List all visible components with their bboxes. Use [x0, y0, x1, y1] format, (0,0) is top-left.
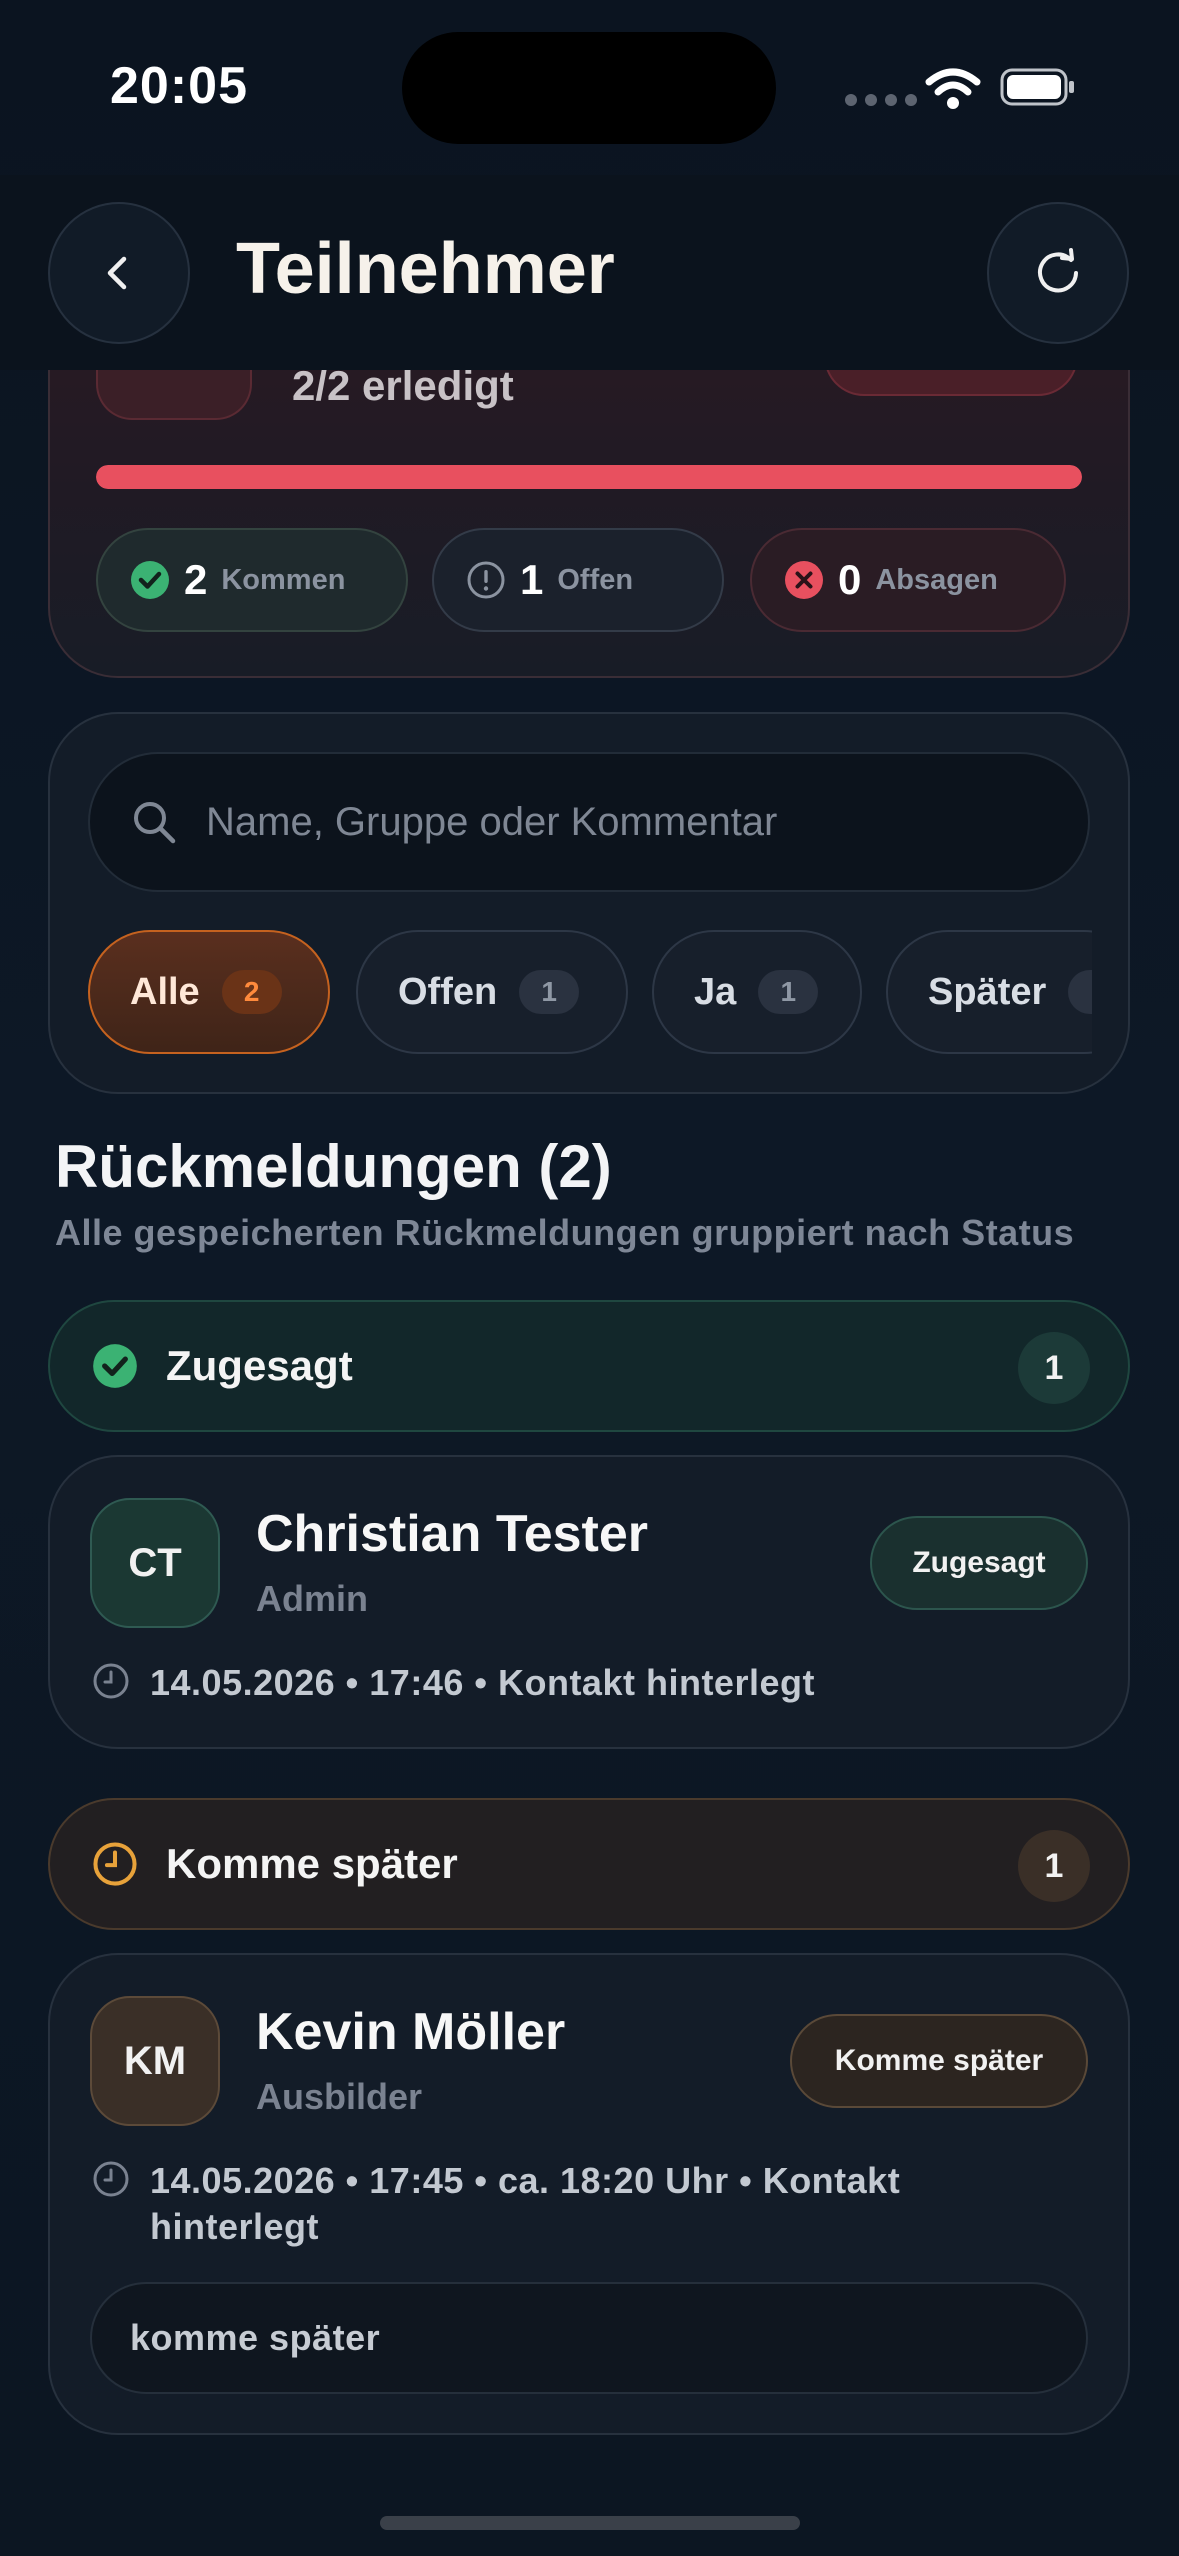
back-button[interactable] — [48, 202, 190, 344]
person-name: Kevin Möller — [256, 2003, 566, 2061]
status-time: 20:05 — [110, 57, 248, 115]
person-info: Kevin Möller Ausbilder — [256, 2002, 565, 2118]
responses-subtitle: Alle gespeicherten Rückmeldungen gruppie… — [55, 1212, 1075, 1253]
filter-chips: Alle 2 Offen 1 Ja 1 Später — [86, 930, 1092, 1058]
refresh-button[interactable] — [987, 202, 1129, 344]
person-role: Admin — [256, 1578, 368, 1619]
progress-fill — [96, 465, 1082, 489]
battery-icon — [1000, 68, 1074, 106]
dynamic-island — [402, 32, 776, 144]
check-circle-icon — [93, 1344, 137, 1388]
person-info: Christian Tester Admin — [256, 1504, 648, 1620]
stat-offen-count: 1 — [520, 556, 544, 603]
avatar: KM — [90, 1996, 220, 2126]
search-placeholder: Name, Gruppe oder Kommentar — [206, 799, 778, 844]
filter-chip-label: Alle — [130, 970, 200, 1013]
check-circle-icon — [131, 561, 169, 599]
person-meta: 14.05.2026 • 17:46 • Kontakt hinterlegt — [92, 1660, 1092, 1706]
person-meta-text: 14.05.2026 • 17:46 • Kontakt hinterlegt — [150, 1662, 815, 1703]
group-header-zugesagt[interactable]: Zugesagt 1 — [48, 1300, 1130, 1432]
stat-absagen-count: 0 — [838, 556, 862, 603]
clock-icon — [93, 1663, 129, 1699]
responses-title: Rückmeldungen (2) — [55, 1133, 612, 1200]
stat-kommen-count: 2 — [184, 556, 208, 603]
person-meta-text: 14.05.2026 • 17:45 • ca. 18:20 Uhr • Kon… — [150, 2160, 901, 2247]
filter-chip-label: Ja — [694, 970, 737, 1013]
filter-chip-count: 2 — [221, 970, 282, 1014]
stat-absagen[interactable]: 0 Absagen — [750, 528, 1066, 632]
filter-chip-count: 1 — [519, 970, 580, 1014]
clock-icon — [93, 2161, 129, 2197]
filter-chip-count — [1068, 970, 1092, 1014]
group-count: 1 — [1018, 1830, 1090, 1902]
filter-chip-alle[interactable]: Alle 2 — [88, 930, 330, 1054]
group-count: 1 — [1018, 1332, 1090, 1404]
status-badge: Zugesagt — [870, 1516, 1088, 1610]
wifi-icon — [925, 68, 981, 109]
filter-chip-offen[interactable]: Offen 1 — [356, 930, 628, 1054]
comment-text: komme später — [130, 2317, 381, 2358]
group-header-komme-spaeter[interactable]: Komme später 1 — [48, 1798, 1130, 1930]
clock-icon — [93, 1842, 137, 1886]
filter-chip-ja[interactable]: Ja 1 — [652, 930, 862, 1054]
x-circle-icon — [785, 561, 823, 599]
home-indicator[interactable] — [380, 2516, 800, 2530]
group-label: Zugesagt — [166, 1342, 353, 1389]
comment-box: komme später — [90, 2282, 1088, 2394]
progress-bar — [96, 465, 1082, 489]
stat-kommen[interactable]: 2 Kommen — [96, 528, 408, 632]
filter-chip-label: Offen — [398, 970, 498, 1013]
filter-chip-label: Später — [928, 970, 1047, 1013]
person-meta: 14.05.2026 • 17:45 • ca. 18:20 Uhr • Kon… — [92, 2158, 1052, 2250]
refresh-icon — [1038, 248, 1078, 293]
alert-circle-icon — [467, 561, 505, 599]
cellular-signal-icon — [845, 94, 917, 106]
filter-chip-spaeter[interactable]: Später — [886, 930, 1092, 1054]
stat-absagen-label: Absagen — [875, 563, 998, 596]
search-icon — [134, 802, 176, 844]
stat-offen-label: Offen — [557, 563, 634, 596]
chevron-left-icon — [107, 256, 127, 290]
person-name: Christian Tester — [256, 1505, 649, 1563]
status-badge: Komme später — [790, 2014, 1088, 2108]
avatar: CT — [90, 1498, 220, 1628]
page-title: Teilnehmer — [236, 229, 615, 309]
group-label: Komme später — [166, 1840, 458, 1887]
search-input[interactable]: Name, Gruppe oder Kommentar — [88, 752, 1090, 892]
stat-kommen-label: Kommen — [221, 563, 346, 596]
filter-chip-count: 1 — [758, 970, 819, 1014]
person-role: Ausbilder — [256, 2076, 423, 2117]
stat-offen[interactable]: 1 Offen — [432, 528, 724, 632]
